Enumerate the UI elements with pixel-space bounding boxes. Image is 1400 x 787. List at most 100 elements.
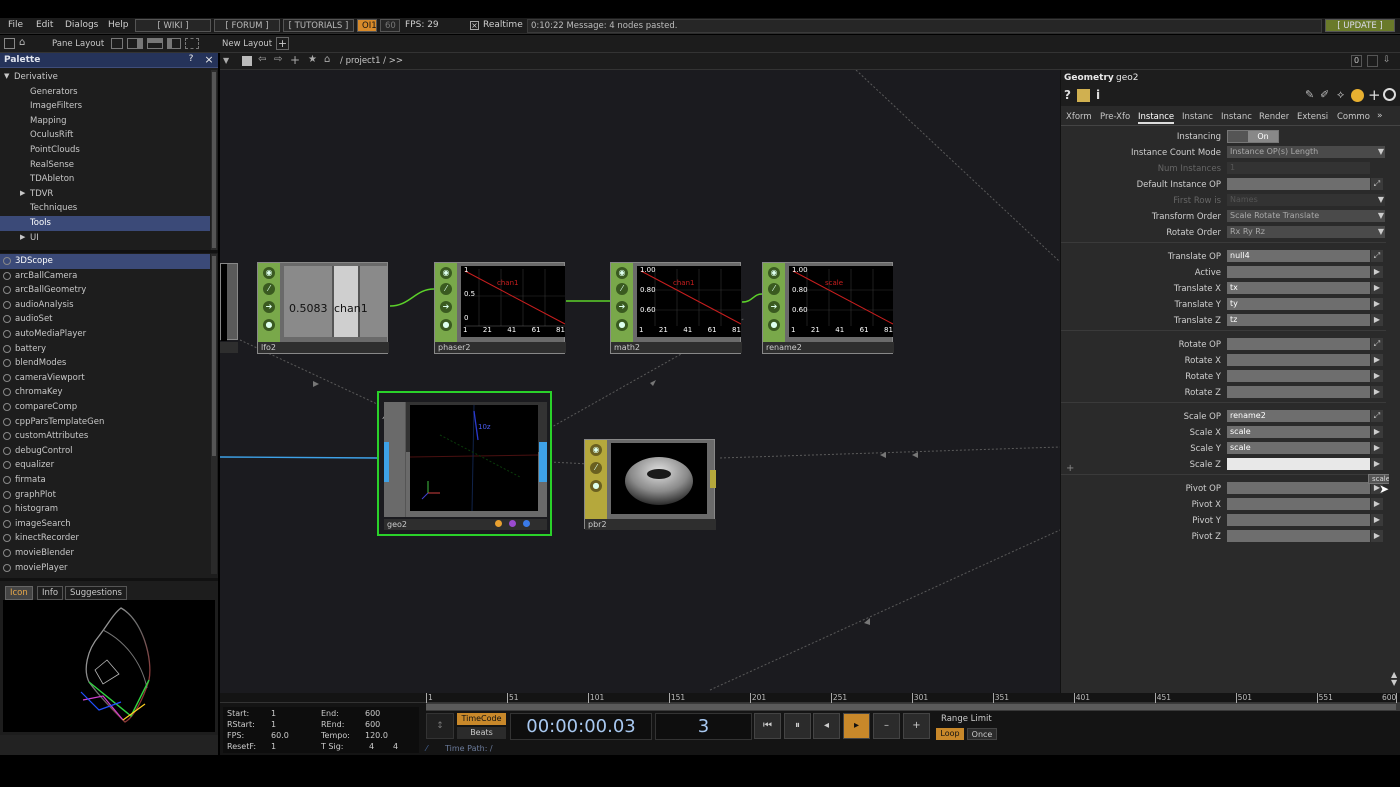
op-picker-icon[interactable]: ⤢ <box>1371 250 1383 262</box>
palette-tree-item[interactable]: ▶ TDVR <box>0 187 210 202</box>
lfo-node[interactable]: ◉ ⁄ ➔ ● 0.5083 chan1 lfo2 <box>257 262 389 354</box>
expand-icon[interactable]: ▶ <box>20 189 25 197</box>
math-name[interactable]: math2 <box>614 343 640 352</box>
step-back-button[interactable]: ◂ <box>813 713 840 739</box>
param-field[interactable] <box>1227 482 1370 494</box>
expand-arrow-icon[interactable]: ▶ <box>1371 442 1383 454</box>
palette-list-item[interactable]: arcBallCamera <box>0 269 210 284</box>
param-field[interactable]: null4 <box>1227 250 1370 262</box>
timeline-ruler[interactable]: 1 51 101 151 201 251 301 351 401 451 501 551 600 <box>220 693 1400 703</box>
expand-arrow-icon[interactable]: ▶ <box>1371 314 1383 326</box>
param-field[interactable] <box>1227 530 1370 542</box>
zero-button[interactable]: 0 <box>1351 55 1362 67</box>
param-scrollbar[interactable]: ▲ ▼ <box>1389 126 1400 687</box>
param-tab[interactable]: Instance <box>1138 112 1175 124</box>
op-picker-icon[interactable]: ⤢ <box>1371 178 1383 190</box>
lock-icon[interactable]: ● <box>616 319 628 331</box>
pause-button[interactable]: ⏸ <box>784 713 811 739</box>
menu-help[interactable]: Help <box>108 20 129 30</box>
tab-info[interactable]: Info <box>37 586 64 600</box>
palette-tree-item[interactable]: PointClouds <box>0 143 210 158</box>
op-picker-icon[interactable]: ⤢ <box>1371 338 1383 350</box>
add-row-icon[interactable]: + <box>1066 463 1074 474</box>
timecode-toggle[interactable]: TimeCode <box>457 713 506 725</box>
list-scrollbar[interactable] <box>211 254 217 574</box>
expand-arrow-icon[interactable]: ▶ <box>1371 354 1383 366</box>
param-field[interactable]: Names <box>1227 194 1385 206</box>
network-path[interactable]: / project1 / >> <box>340 56 403 66</box>
param-field[interactable]: rename2 <box>1227 410 1370 422</box>
arrow-icon[interactable]: ➔ <box>440 301 452 313</box>
layout-single-icon[interactable] <box>111 38 123 49</box>
pbr-node[interactable]: ◉ ⁄ ● pbr2 <box>584 439 716 530</box>
math-node[interactable]: ◉ ⁄ ➔ ● 1.00 0.80 0.60 chan1 1 21 41 61 81 m… <box>610 262 742 354</box>
menu-edit[interactable]: Edit <box>36 20 53 30</box>
layout-hsplit-icon[interactable] <box>147 38 163 49</box>
play-button[interactable]: ▸ <box>843 713 870 739</box>
dropdown-arrow-icon[interactable]: ▼ <box>1375 194 1387 206</box>
color-icon[interactable] <box>1351 89 1364 102</box>
geo-node[interactable]: ◉ ⁄ ✕ ➔ ● 10z geo2 <box>384 402 547 530</box>
once-toggle[interactable]: Once <box>967 728 997 740</box>
palette-list-item[interactable]: graphPlot <box>0 488 210 503</box>
end-value[interactable]: 600 <box>365 709 380 718</box>
bypass-icon[interactable]: ⁄ <box>263 283 275 295</box>
time-path[interactable]: Time Path: / <box>445 744 493 753</box>
viewer-icon[interactable]: ◉ <box>263 267 275 279</box>
layout-quad-icon[interactable] <box>185 38 199 49</box>
lock-icon[interactable]: ● <box>263 319 275 331</box>
bypass-icon[interactable]: ⁄ <box>590 462 602 474</box>
param-field[interactable] <box>1227 338 1370 350</box>
lock-icon[interactable]: ● <box>440 319 452 331</box>
palette-tree-item[interactable]: Techniques <box>0 201 210 216</box>
timeline-options-icon[interactable]: ↕ <box>426 713 454 739</box>
more-tabs-icon[interactable]: » <box>1377 111 1383 121</box>
tab-suggestions[interactable]: Suggestions <box>65 586 127 600</box>
info-icon[interactable]: i <box>1096 88 1100 102</box>
loop-toggle[interactable]: Loop <box>936 728 964 740</box>
param-tab[interactable]: Xform <box>1066 112 1092 122</box>
param-tab[interactable]: Instanc <box>1221 112 1252 122</box>
palette-tree-item[interactable]: ▼ Derivative <box>0 70 210 85</box>
param-field[interactable]: Rx Ry Rz <box>1227 226 1385 238</box>
step-minus-button[interactable]: – <box>873 713 900 739</box>
dropdown-arrow-icon[interactable]: ▼ <box>1375 226 1387 238</box>
arrow-icon[interactable]: ➔ <box>768 301 780 313</box>
palette-tree-item[interactable]: TDAbleton <box>0 172 210 187</box>
pbr-name[interactable]: pbr2 <box>588 520 607 529</box>
param-tab[interactable]: Pre-Xfo <box>1100 112 1130 122</box>
palette-list-item[interactable]: cppParsTemplateGen <box>0 415 210 430</box>
layout-vsplit-icon[interactable] <box>167 38 181 49</box>
palette-list-item[interactable]: kinectRecorder <box>0 531 210 546</box>
param-field[interactable]: tx <box>1227 282 1370 294</box>
palette-list-item[interactable]: compareComp <box>0 400 210 415</box>
tsig-num[interactable]: 4 <box>369 742 374 751</box>
target-icon[interactable] <box>1383 88 1396 101</box>
palette-list-item[interactable]: equalizer <box>0 458 210 473</box>
geo-name[interactable]: geo2 <box>387 520 407 529</box>
menu-arrow-icon[interactable]: ▼ <box>223 56 229 65</box>
palette-tree-item[interactable]: Tools <box>0 216 210 231</box>
star-icon[interactable]: ★ <box>308 54 317 65</box>
edit-icon[interactable]: ✎ <box>1305 88 1314 101</box>
lock-icon[interactable]: ● <box>590 480 602 492</box>
sixty-button[interactable]: 60 <box>380 19 400 32</box>
expand-arrow-icon[interactable]: ▶ <box>1371 458 1383 470</box>
palette-list-item[interactable]: audioAnalysis <box>0 298 210 313</box>
stop-icon[interactable] <box>242 56 252 66</box>
expand-icon[interactable]: ▶ <box>20 233 25 241</box>
realtime-checkbox[interactable]: × <box>470 21 479 30</box>
lfo-name[interactable]: lfo2 <box>261 343 276 352</box>
expand-arrow-icon[interactable]: ▶ <box>1371 282 1383 294</box>
network-editor[interactable]: ◉ ⁄ ➔ ● 0.5083 chan1 lfo2 ◉ ⁄ ➔ ● 1 0.5 … <box>220 70 1060 693</box>
instancing-toggle[interactable]: On <box>1227 130 1279 143</box>
forward-icon[interactable]: ⇨ <box>274 54 282 65</box>
expand-arrow-icon[interactable]: ▶ <box>1371 370 1383 382</box>
arrow-icon[interactable]: ➔ <box>263 301 275 313</box>
rename-name[interactable]: rename2 <box>766 343 802 352</box>
tab-icon[interactable]: Icon <box>5 586 33 600</box>
pane-icon[interactable] <box>4 38 15 49</box>
palette-tree-item[interactable]: Mapping <box>0 114 210 129</box>
comment-icon[interactable]: ✐ <box>1320 88 1329 101</box>
param-field[interactable] <box>1227 178 1370 190</box>
